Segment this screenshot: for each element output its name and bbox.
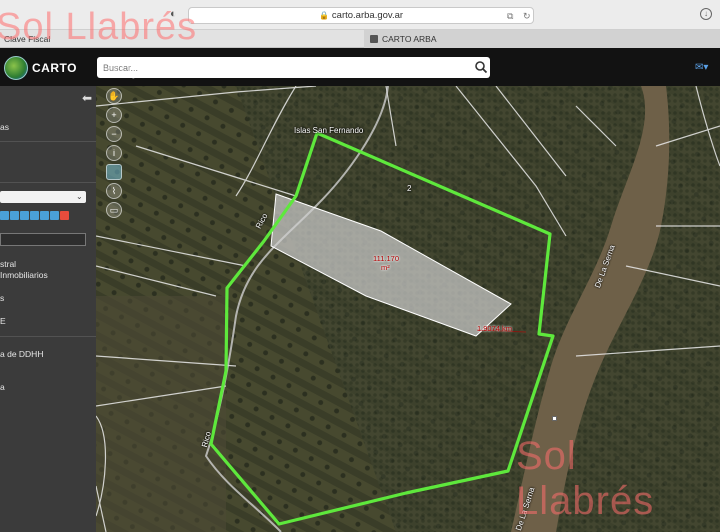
sidebar-item[interactable]: a: [0, 382, 5, 392]
divider: [0, 336, 96, 337]
tab-clave-fiscal[interactable]: Clave Fiscal: [0, 30, 362, 48]
lock-icon: 🔒: [318, 11, 329, 20]
vertex-marker[interactable]: [552, 416, 557, 421]
sidebar-toolbar: [0, 207, 70, 220]
tool-icon[interactable]: [20, 211, 29, 220]
divider: [0, 141, 96, 142]
layer-select[interactable]: ⌄: [0, 191, 86, 203]
address-bar[interactable]: 🔒 carto.arba.gov.ar ⧉ ↻: [188, 7, 534, 24]
url-text: carto.arba.gov.ar: [331, 10, 404, 21]
tool-icon[interactable]: [30, 211, 39, 220]
zoom-out-icon[interactable]: −: [106, 126, 122, 142]
map-view[interactable]: ✋ + − i ⌇ ▭ Islas San Fernando Rico Rico…: [96, 86, 720, 532]
tool-icon[interactable]: [10, 211, 19, 220]
divider: [0, 182, 96, 183]
ruler-icon[interactable]: ⌇: [106, 183, 122, 199]
locality-label: Islas San Fernando: [294, 126, 364, 135]
sidebar-item[interactable]: Inmobiliarios: [0, 270, 48, 280]
tab-bar: Clave Fiscal CARTO ARBA: [0, 30, 720, 48]
tab-label: CARTO ARBA: [382, 34, 437, 44]
zoom-in-icon[interactable]: +: [106, 107, 122, 123]
satellite-map: [96, 86, 720, 532]
shield-icon[interactable]: ◐: [170, 8, 177, 20]
sidebar: ⬅ as ⌄ stral Inmobiliarios s E a de DDHH…: [0, 86, 96, 532]
mail-icon[interactable]: ✉▾: [695, 62, 708, 73]
sidebar-input[interactable]: [0, 233, 86, 246]
tab-carto-arba[interactable]: CARTO ARBA: [364, 30, 720, 48]
sidebar-item[interactable]: stral: [0, 259, 16, 269]
layers-icon[interactable]: [106, 164, 122, 180]
delete-icon[interactable]: [60, 211, 69, 220]
print-icon[interactable]: ▭: [106, 202, 122, 218]
translate-icon[interactable]: ⧉: [507, 8, 513, 24]
tool-icon[interactable]: [40, 211, 49, 220]
area-measure: 111.170: [373, 254, 399, 263]
browser-toolbar: ◐ 🔒 carto.arba.gov.ar ⧉ ↻ ↓: [0, 0, 720, 30]
logo-text: CARTO: [32, 61, 77, 75]
chevron-down-icon: ⌄: [76, 192, 83, 201]
sidebar-item[interactable]: E: [0, 316, 6, 326]
parcel-number: 2: [407, 184, 412, 193]
reload-icon[interactable]: ↻: [523, 8, 531, 24]
favicon-icon: [370, 35, 378, 43]
tool-icon[interactable]: [50, 211, 59, 220]
globe-icon: [4, 56, 28, 80]
tool-icon[interactable]: [0, 211, 9, 220]
logo: CARTO: [4, 56, 76, 80]
collapse-arrow-icon[interactable]: ⬅: [82, 91, 92, 105]
sidebar-item[interactable]: a de DDHH: [0, 349, 43, 359]
watermark-logo: Propiedades: [100, 58, 213, 80]
pan-hand-icon[interactable]: ✋: [106, 88, 122, 104]
map-toolbar: ✋ + − i ⌇ ▭: [106, 88, 122, 221]
area-unit: m²: [381, 263, 390, 272]
tab-label: Clave Fiscal: [4, 34, 51, 44]
distance-measure: 1.9074 km: [477, 324, 513, 333]
sidebar-item[interactable]: as: [0, 122, 9, 132]
download-icon[interactable]: ↓: [700, 8, 712, 20]
info-icon[interactable]: i: [106, 145, 122, 161]
sidebar-item[interactable]: s: [0, 293, 4, 303]
search-icon[interactable]: [474, 60, 488, 74]
